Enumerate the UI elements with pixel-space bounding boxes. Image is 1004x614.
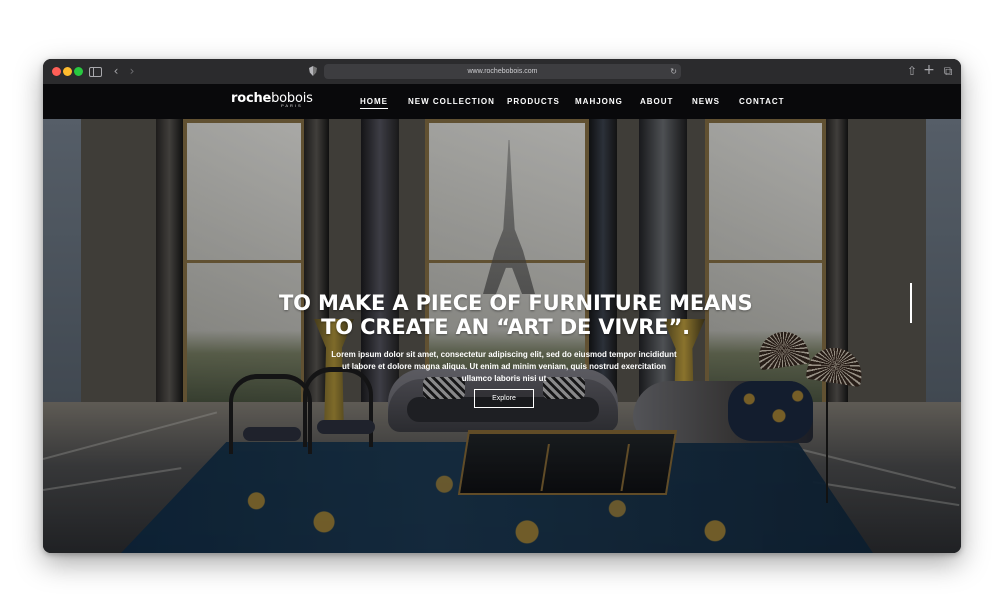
webpage: rochebobois PARIS HOME NEW COLLECTION PR… [43,84,961,553]
nav-new-collection[interactable]: NEW COLLECTION [408,96,495,107]
browser-toolbar: ‹ › www.rochebobois.com ↻ ⇧ + ⧉ [43,59,961,85]
hero-headline-line-2: TO CREATE AN “ART DE VIVRE”. [321,315,690,340]
logo-primary-text: roche [231,91,272,106]
logo-subtitle: PARIS [281,103,303,108]
address-bar[interactable]: www.rochebobois.com ↻ [324,64,681,79]
slide-indicator[interactable] [910,283,912,323]
hero-description: Lorem ipsum dolor sit amet, consectetur … [331,350,677,383]
roche-bobois-logo[interactable]: rochebobois PARIS [231,91,313,110]
nav-products[interactable]: PRODUCTS [507,96,560,107]
nav-contact[interactable]: CONTACT [739,96,785,107]
tabs-icon[interactable]: ⧉ [941,64,955,78]
share-icon[interactable]: ⇧ [905,64,919,78]
maximize-window-button[interactable] [74,67,83,76]
nav-news[interactable]: NEWS [692,96,720,107]
browser-window: ‹ › www.rochebobois.com ↻ ⇧ + ⧉ rochebob… [43,59,961,553]
hero-headline-line-1: TO MAKE A PIECE OF FURNITURE MEANS [279,291,753,316]
url-text: www.rochebobois.com [467,68,538,75]
chevron-left-icon[interactable]: ‹ [109,64,123,78]
hero-section: TO MAKE A PIECE OF FURNITURE MEANS TO CR… [43,119,961,553]
nav-about[interactable]: ABOUT [640,96,673,107]
nav-home[interactable]: HOME [360,96,388,109]
minimize-window-button[interactable] [63,67,72,76]
shield-icon[interactable] [309,66,317,76]
close-window-button[interactable] [52,67,61,76]
refresh-icon[interactable]: ↻ [670,64,677,79]
chevron-right-icon[interactable]: › [125,64,139,78]
plus-icon[interactable]: + [922,63,936,77]
sidebar-icon[interactable] [89,67,102,77]
nav-mahjong[interactable]: MAHJONG [575,96,623,107]
explore-button[interactable]: Explore [474,389,534,408]
hero-headline: TO MAKE A PIECE OF FURNITURE MEANS TO CR… [279,291,753,340]
site-header: rochebobois PARIS HOME NEW COLLECTION PR… [43,84,961,119]
